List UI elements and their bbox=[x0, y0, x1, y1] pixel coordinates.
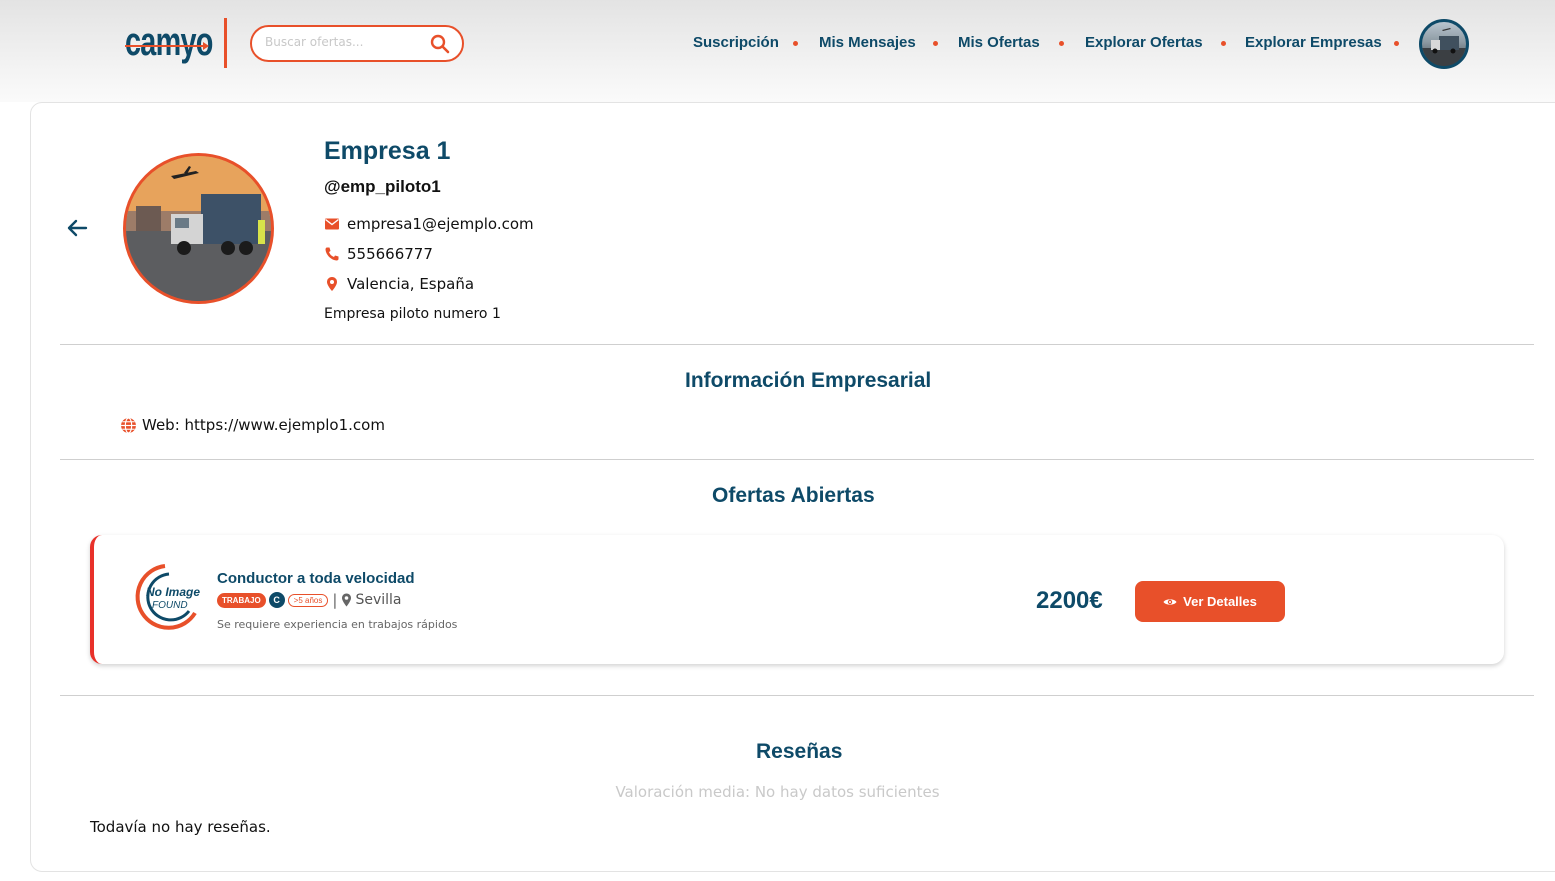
user-avatar[interactable] bbox=[1419, 19, 1469, 69]
eye-icon bbox=[1163, 598, 1177, 605]
nav-mis-mensajes[interactable]: Mis Mensajes bbox=[819, 34, 916, 51]
tag-separator: | bbox=[332, 591, 338, 609]
nav-explorar-empresas[interactable]: Explorar Empresas bbox=[1245, 34, 1382, 51]
offer-tags: TRABAJO C >5 años | Sevilla bbox=[217, 591, 401, 609]
offer-price: 2200€ bbox=[1036, 587, 1103, 614]
nav-explorar-ofertas[interactable]: Explorar Ofertas bbox=[1085, 34, 1203, 51]
back-arrow-icon[interactable] bbox=[65, 216, 89, 240]
offer-location: Sevilla bbox=[355, 592, 402, 608]
nav-dot bbox=[1059, 41, 1064, 46]
no-reviews-text: Todavía no hay reseñas. bbox=[90, 818, 271, 836]
experience-badge: >5 años bbox=[287, 593, 329, 607]
location-text: Valencia, España bbox=[347, 275, 475, 293]
company-description: Empresa piloto numero 1 bbox=[324, 306, 501, 322]
nav-dot bbox=[1394, 41, 1399, 46]
header-divider bbox=[224, 18, 227, 68]
nav-dot bbox=[933, 41, 938, 46]
nav-mis-ofertas[interactable]: Mis Ofertas bbox=[958, 34, 1040, 51]
location-pin-icon bbox=[342, 593, 352, 607]
truck-port-image bbox=[126, 156, 271, 301]
business-info-title: Información Empresarial bbox=[685, 369, 932, 392]
nav-dot bbox=[1221, 41, 1226, 46]
location-row: Valencia, España bbox=[324, 275, 474, 293]
top-header: camyo Suscripción Mis Mensajes Mis Ofert… bbox=[0, 0, 1555, 102]
offer-title[interactable]: Conductor a toda velocidad bbox=[217, 570, 415, 587]
offer-card[interactable]: No Image FOUND Conductor a toda velocida… bbox=[90, 535, 1504, 664]
phone-row: 555666777 bbox=[324, 245, 433, 263]
web-row: Web: https://www.ejemplo1.com bbox=[120, 416, 385, 434]
no-image-text: No Image bbox=[146, 585, 200, 599]
company-profile-image bbox=[123, 153, 274, 304]
offer-type-badge: TRABAJO bbox=[217, 592, 266, 608]
average-rating-text: Valoración media: No hay datos suficient… bbox=[615, 783, 940, 801]
globe-icon bbox=[121, 416, 136, 434]
nav-suscripcion[interactable]: Suscripción bbox=[693, 34, 779, 51]
phone-icon bbox=[325, 247, 339, 261]
company-username: @emp_piloto1 bbox=[324, 177, 441, 196]
camyo-logo[interactable]: camyo bbox=[125, 20, 213, 68]
company-name: Empresa 1 bbox=[324, 137, 451, 165]
search-input[interactable] bbox=[265, 35, 425, 49]
logo-arrow-line bbox=[125, 42, 209, 50]
found-text: FOUND bbox=[152, 600, 188, 611]
view-details-label: Ver Detalles bbox=[1183, 594, 1257, 609]
section-divider bbox=[60, 344, 1534, 345]
section-divider bbox=[60, 459, 1534, 460]
web-text: Web: https://www.ejemplo1.com bbox=[142, 416, 385, 434]
mail-icon bbox=[325, 218, 339, 230]
email-text: empresa1@ejemplo.com bbox=[347, 215, 534, 233]
search-icon[interactable] bbox=[430, 34, 450, 54]
search-box bbox=[250, 25, 464, 62]
avatar-truck-image bbox=[1422, 28, 1466, 66]
logo-text: camyo bbox=[125, 20, 213, 64]
open-offers-title: Ofertas Abiertas bbox=[712, 484, 875, 507]
offer-description: Se requiere experiencia en trabajos rápi… bbox=[217, 618, 458, 631]
phone-text: 555666777 bbox=[347, 245, 433, 263]
nav-dot bbox=[793, 41, 798, 46]
license-badge: C bbox=[268, 592, 285, 608]
email-row: empresa1@ejemplo.com bbox=[324, 215, 534, 233]
view-details-button[interactable]: Ver Detalles bbox=[1135, 581, 1285, 622]
section-divider bbox=[60, 695, 1534, 696]
location-pin-icon bbox=[327, 277, 337, 291]
no-image-placeholder: No Image FOUND bbox=[135, 564, 200, 630]
reviews-title: Reseñas bbox=[756, 740, 843, 763]
